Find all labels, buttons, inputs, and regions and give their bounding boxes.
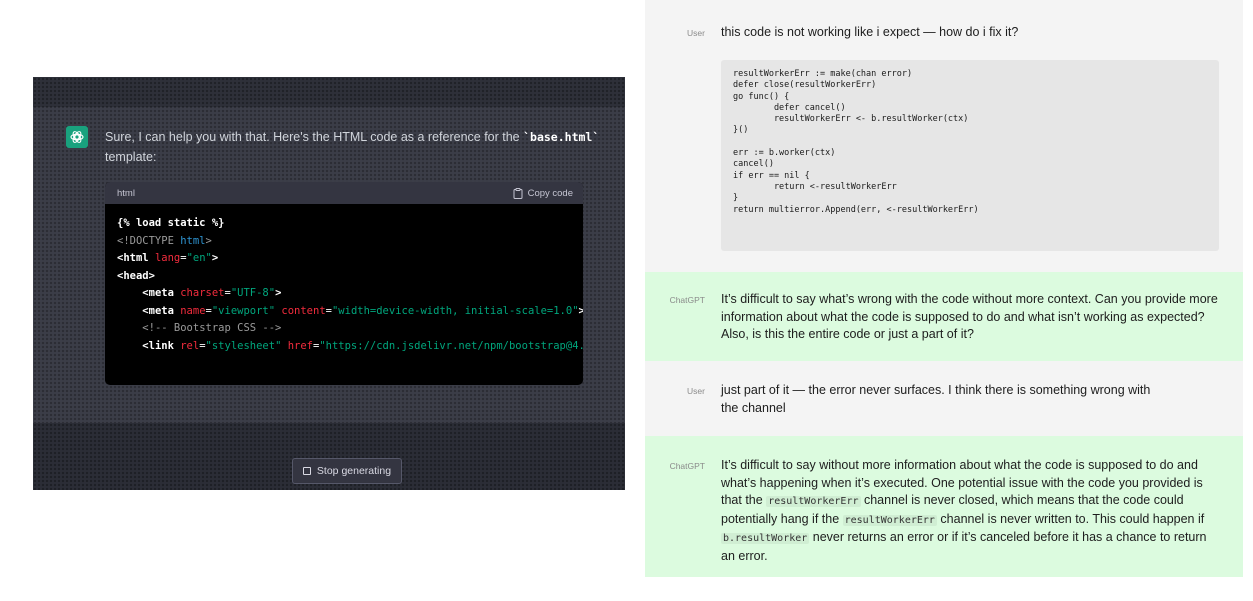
code-token: charset xyxy=(180,287,225,299)
code-token: > xyxy=(275,287,282,299)
code-token: <link xyxy=(142,339,181,352)
copy-code-button[interactable]: Copy code xyxy=(513,187,573,199)
code-token: <html xyxy=(117,252,155,264)
role-label: User xyxy=(687,28,705,38)
message-text: It’s difficult to say what’s wrong with … xyxy=(721,292,1218,341)
inline-code: b.resultWorker xyxy=(721,533,810,544)
html-code-block: html Copy code {% load static %} <!DOCTY… xyxy=(105,182,583,385)
code-token: > xyxy=(205,234,212,247)
code-token: > xyxy=(578,304,583,317)
code-line: {% load static %} xyxy=(117,217,225,229)
openai-logo-icon xyxy=(70,131,84,143)
role-label: User xyxy=(687,386,705,396)
assistant-code-name: `base.html` xyxy=(523,130,600,144)
chatgpt-message-2: ChatGPT It’s difficult to say without mo… xyxy=(645,436,1243,577)
code-token: content xyxy=(275,304,326,317)
clipboard-icon xyxy=(513,187,523,199)
code-token: <meta xyxy=(142,304,181,317)
assistant-text-after: template: xyxy=(105,150,157,164)
role-label: ChatGPT xyxy=(669,295,705,305)
message-text: It’s difficult to say without more infor… xyxy=(721,457,1221,565)
go-code-block: resultWorkerErr := make(chan error) defe… xyxy=(721,60,1219,251)
code-token: "https://cdn.jsdelivr.net/npm/bootstrap@… xyxy=(319,339,583,352)
role-label: ChatGPT xyxy=(669,461,705,471)
chatgpt-dark-screenshot: Sure, I can help you with that. Here's t… xyxy=(33,77,625,490)
previous-message-strip xyxy=(33,77,625,107)
stop-generating-button[interactable]: Stop generating xyxy=(292,458,402,484)
inline-code: resultWorkerErr xyxy=(842,514,937,526)
message-line: just part of it — the error never surfac… xyxy=(721,383,1151,397)
code-token: lang xyxy=(154,252,181,264)
code-line: <head> xyxy=(117,269,155,282)
code-token: "en" xyxy=(186,252,212,264)
code-token: "viewport" xyxy=(211,304,276,317)
message-text: this code is not working like i expect —… xyxy=(721,25,1019,39)
message-text-part: channel is never written to. This could … xyxy=(936,511,1205,526)
assistant-text-before: Sure, I can help you with that. Here's t… xyxy=(105,130,524,144)
user-message-2: User just part of it — the error never s… xyxy=(645,361,1243,436)
code-token: name xyxy=(180,304,206,317)
code-comment: <!-- Bootstrap CSS --> xyxy=(142,322,282,334)
chatgpt-message-1: ChatGPT It’s difficult to say what’s wro… xyxy=(645,272,1243,361)
inline-code: resultWorkerErr xyxy=(766,496,861,507)
code-token: <!DOCTYPE xyxy=(117,234,181,247)
code-token: "UTF-8" xyxy=(230,287,276,299)
code-token: "stylesheet" xyxy=(205,339,282,352)
message-text: just part of it — the error never surfac… xyxy=(721,382,1221,417)
assistant-message: Sure, I can help you with that. Here's t… xyxy=(105,127,610,167)
code-token: "width=device-width, initial-scale=1.0" xyxy=(331,304,579,317)
message-line: the channel xyxy=(721,400,786,415)
code-content: {% load static %} <!DOCTYPE html> <html … xyxy=(105,204,583,366)
conversation-panel: User this code is not working like i exp… xyxy=(645,0,1243,577)
code-block-header: html Copy code xyxy=(105,182,583,204)
copy-code-label: Copy code xyxy=(527,187,573,199)
code-token: href xyxy=(281,339,313,352)
user-message-1: User this code is not working like i exp… xyxy=(645,0,1243,272)
stop-square-icon xyxy=(302,467,311,475)
chatgpt-avatar xyxy=(66,126,88,148)
code-token: > xyxy=(211,252,219,264)
code-token: html xyxy=(180,234,206,247)
stop-generating-label: Stop generating xyxy=(316,465,392,477)
code-language-label: html xyxy=(117,187,135,199)
code-token: rel xyxy=(180,339,200,352)
code-token: <meta xyxy=(142,287,181,299)
